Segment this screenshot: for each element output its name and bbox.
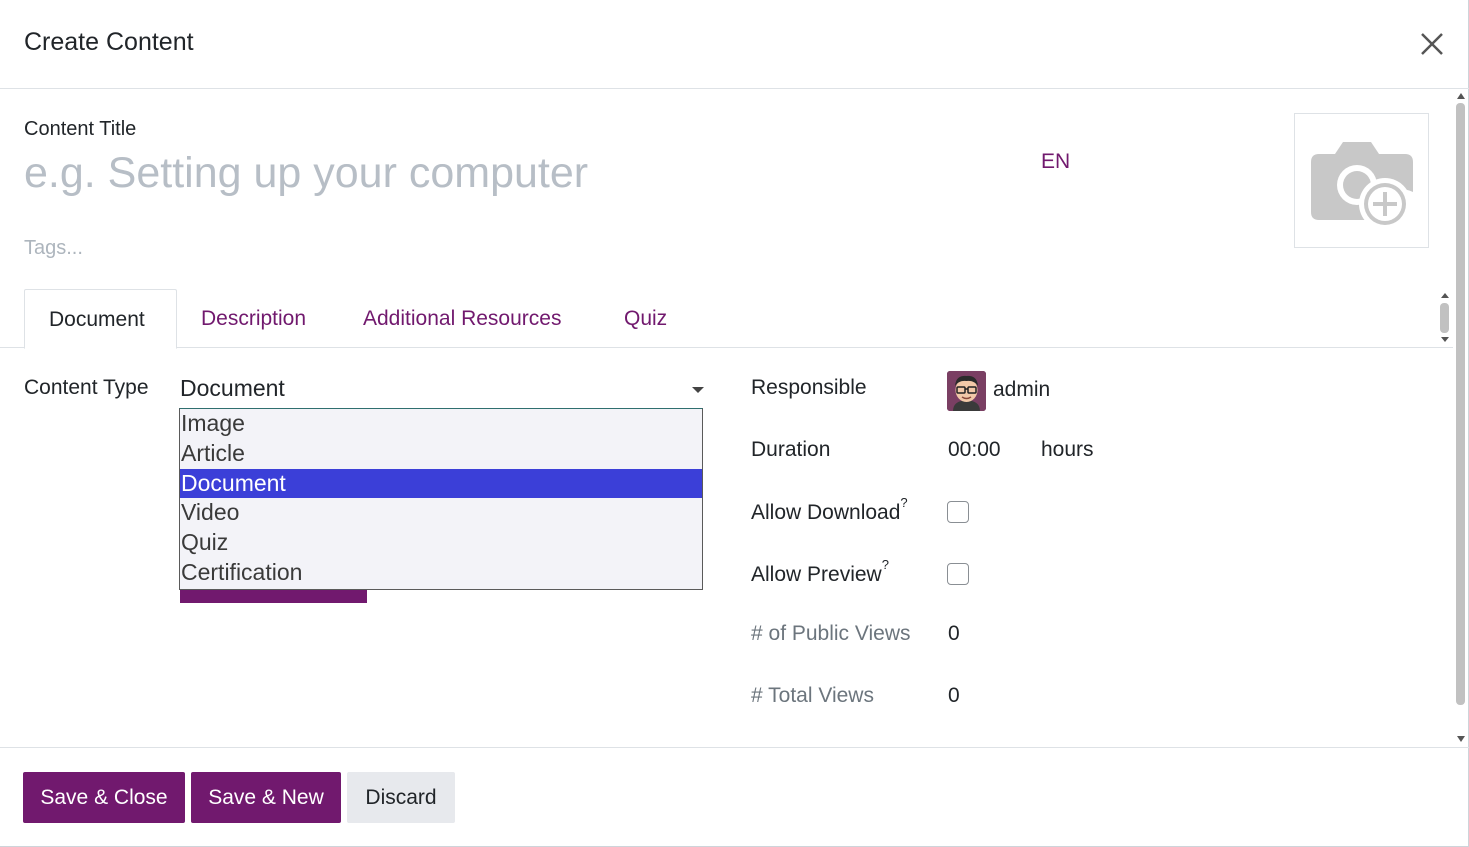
option-article[interactable]: Article — [180, 439, 702, 468]
save-close-button[interactable]: Save & Close — [23, 772, 185, 823]
chevron-down-icon — [692, 387, 704, 393]
discard-button[interactable]: Discard — [347, 772, 455, 823]
content-type-value: Document — [180, 375, 285, 401]
tab-additional-resources[interactable]: Additional Resources — [339, 289, 585, 348]
dialog-footer: Save & Close Save & New Discard — [0, 747, 1469, 847]
help-tooltip-icon[interactable]: ? — [900, 495, 907, 510]
allow-download-label: Allow Download? — [751, 495, 908, 524]
total-views-value: 0 — [948, 684, 960, 707]
total-views-label: # Total Views — [751, 684, 874, 707]
scrollbar-thumb[interactable] — [1456, 103, 1465, 705]
option-document[interactable]: Document — [180, 469, 702, 498]
save-new-button[interactable]: Save & New — [191, 772, 341, 823]
avatar — [947, 371, 986, 411]
scrollbar-thumb[interactable] — [1440, 303, 1449, 333]
allow-preview-checkbox[interactable] — [947, 563, 969, 585]
scroll-down-icon[interactable] — [1441, 337, 1449, 342]
responsible-label: Responsible — [751, 376, 867, 399]
public-views-value: 0 — [948, 622, 960, 645]
scroll-down-icon[interactable] — [1457, 736, 1465, 742]
create-content-dialog: Create Content Content Title EN — [0, 0, 1469, 847]
public-views-label: # of Public Views — [751, 622, 911, 645]
content-title-input[interactable] — [24, 145, 1014, 201]
dialog-header: Create Content — [0, 0, 1469, 89]
duration-label: Duration — [751, 438, 831, 461]
tab-document[interactable]: Document — [24, 289, 177, 349]
tab-bar: Document Description Additional Resource… — [0, 289, 1453, 349]
content-type-label: Content Type — [24, 376, 149, 399]
user-avatar-icon — [947, 371, 986, 411]
allow-preview-label: Allow Preview? — [751, 557, 889, 586]
help-tooltip-icon[interactable]: ? — [882, 557, 889, 572]
image-upload[interactable] — [1294, 113, 1429, 248]
dialog-title: Create Content — [24, 28, 194, 56]
camera-plus-icon — [1311, 142, 1413, 230]
option-image[interactable]: Image — [180, 409, 702, 438]
content-type-dropdown: Image Article Document Video Quiz Certif… — [179, 408, 703, 590]
close-icon — [1421, 33, 1443, 55]
allow-download-checkbox[interactable] — [947, 501, 969, 523]
scroll-up-icon[interactable] — [1457, 93, 1465, 99]
option-certification[interactable]: Certification — [180, 558, 702, 587]
dialog-body: Content Title EN Document Description — [0, 89, 1469, 747]
tab-quiz[interactable]: Quiz — [600, 289, 691, 348]
option-video[interactable]: Video — [180, 498, 702, 527]
tab-description[interactable]: Description — [177, 289, 330, 348]
responsible-value[interactable]: admin — [993, 378, 1050, 402]
close-button[interactable] — [1414, 26, 1450, 62]
language-button[interactable]: EN — [1041, 150, 1070, 174]
dialog-scrollbar[interactable] — [1453, 89, 1469, 747]
duration-input[interactable]: 00:00 — [948, 438, 1001, 462]
content-type-select[interactable]: Document — [180, 373, 705, 407]
tabs-scrollbar[interactable] — [1438, 291, 1452, 346]
scroll-up-icon[interactable] — [1441, 293, 1449, 298]
tags-input[interactable] — [24, 233, 524, 263]
content-title-label: Content Title — [24, 118, 137, 140]
option-quiz[interactable]: Quiz — [180, 528, 702, 557]
duration-unit: hours — [1041, 438, 1094, 461]
